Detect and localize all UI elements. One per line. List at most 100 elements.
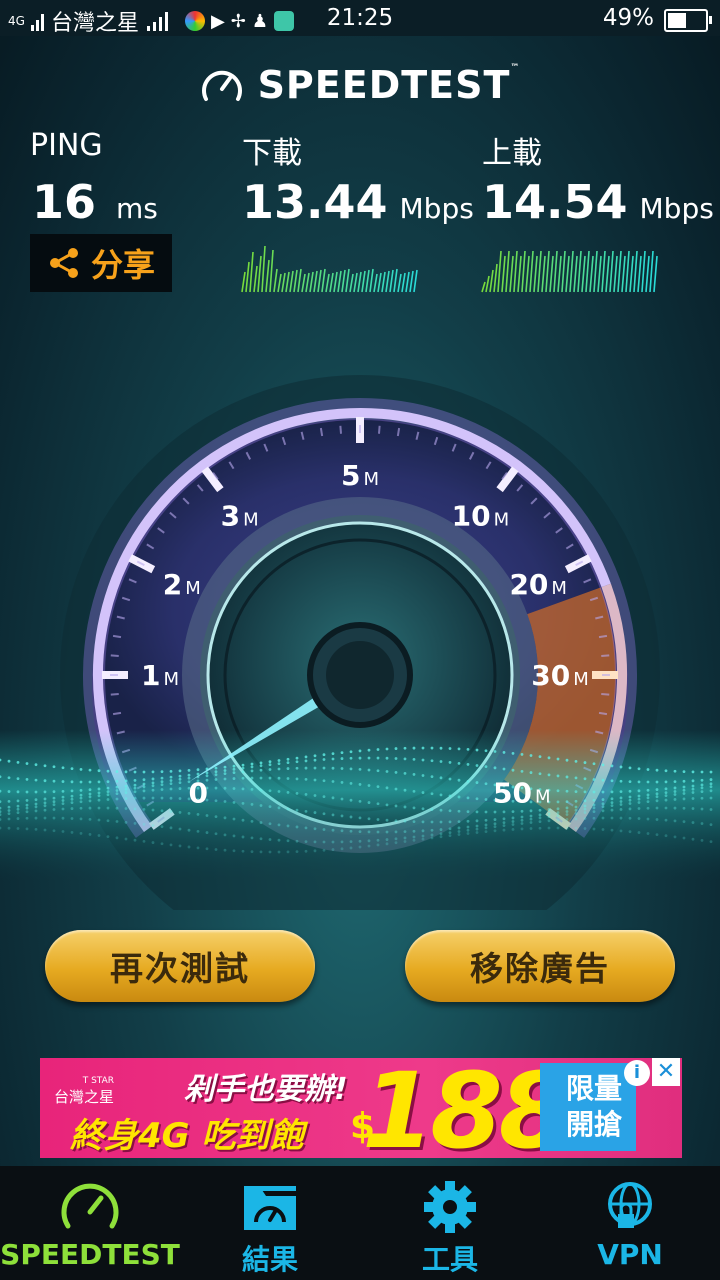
- wave-dot: [439, 835, 443, 839]
- graph-bar: [497, 250, 502, 293]
- wave-dot: [124, 791, 128, 795]
- vpn-globe-lock-icon: [608, 1182, 652, 1228]
- wave-dot: [547, 756, 551, 760]
- wave-dot: [682, 797, 686, 801]
- wave-dot: [115, 792, 119, 796]
- wave-dot: [637, 767, 641, 771]
- ad-close-icon[interactable]: ✕: [652, 1058, 680, 1086]
- wave-dot: [295, 825, 299, 829]
- ad-banner[interactable]: T STAR 台灣之星 剁手也要辦! 終身4G 吃到飽 $ 188 限量開搶 i …: [40, 1058, 682, 1158]
- wave-dot: [367, 844, 371, 848]
- wave-dot: [25, 798, 29, 802]
- wave-dot: [646, 832, 650, 835]
- wave-dot: [673, 798, 677, 801]
- wave-dot: [43, 790, 47, 794]
- wave-dot: [322, 758, 326, 761]
- wave-dot: [133, 807, 137, 811]
- graph-bar: [373, 273, 378, 293]
- wave-dot: [448, 809, 452, 813]
- wave-dot: [610, 779, 614, 783]
- wave-dot: [493, 766, 497, 770]
- wave-dot: [313, 754, 317, 758]
- wave-dot: [439, 760, 443, 763]
- wave-dot: [538, 813, 542, 817]
- remove-ads-button[interactable]: 移除廣告: [405, 930, 675, 1002]
- wave-dot: [655, 833, 659, 837]
- wave-dot: [493, 818, 497, 821]
- wave-dot: [169, 787, 173, 791]
- wave-dot: [358, 839, 362, 843]
- gauge-minor-tick: [112, 634, 122, 639]
- wave-dot: [43, 828, 47, 832]
- wave-dot: [376, 756, 380, 760]
- wave-dot: [385, 838, 389, 841]
- wave-dot: [7, 809, 11, 812]
- wave-dot: [61, 807, 65, 811]
- graph-bar: [581, 255, 586, 293]
- gauge-minor-tick: [396, 427, 401, 437]
- wave-dot: [367, 830, 371, 834]
- wave-dot: [475, 810, 479, 814]
- wave-dot: [25, 790, 29, 794]
- nav-vpn[interactable]: VPN: [540, 1166, 720, 1280]
- share-button[interactable]: 分享: [30, 234, 172, 292]
- wave-dot: [412, 746, 416, 750]
- wave-dot: [340, 814, 344, 818]
- graph-bar: [273, 268, 278, 293]
- wave-dot: [610, 804, 614, 808]
- nav-tools[interactable]: 工具: [360, 1166, 540, 1280]
- wave-dot: [322, 840, 326, 844]
- nav-results[interactable]: 結果: [180, 1166, 360, 1280]
- graph-bar: [541, 255, 546, 293]
- ad-info-icon[interactable]: i: [624, 1060, 650, 1086]
- wave-dot: [268, 789, 272, 793]
- wave-dot: [358, 816, 362, 820]
- battery-icon: [664, 9, 712, 32]
- wave-dot: [619, 816, 623, 820]
- wave-dot: [592, 827, 596, 831]
- wave-dot: [358, 799, 362, 803]
- wave-dot: [304, 759, 308, 763]
- wave-dot: [277, 806, 281, 810]
- wave-dot: [97, 806, 101, 810]
- wave-dot: [673, 793, 677, 796]
- retest-button[interactable]: 再次測試: [45, 930, 315, 1002]
- wave-dot: [133, 786, 137, 790]
- wave-dot: [268, 850, 272, 854]
- wave-dot: [313, 766, 317, 770]
- wave-dot: [169, 779, 173, 782]
- wave-dot: [250, 850, 254, 854]
- wave-dot: [52, 796, 56, 800]
- wave-dot: [196, 829, 200, 833]
- wave-dot: [196, 768, 200, 772]
- wave-dot: [484, 830, 488, 834]
- wave-dot: [151, 808, 155, 812]
- wave-dot: [529, 817, 533, 821]
- wave-dot: [340, 847, 344, 851]
- graph-bar: [325, 273, 330, 293]
- wave-dot: [394, 787, 398, 791]
- graph-bar: [633, 250, 638, 293]
- wave-dot: [457, 833, 461, 836]
- wave-dot: [601, 805, 605, 809]
- nav-speedtest[interactable]: SPEEDTEST: [0, 1166, 180, 1280]
- graph-bar: [285, 271, 290, 293]
- wave-dot: [556, 800, 560, 804]
- wave-dot: [619, 790, 623, 794]
- wave-dot: [367, 801, 371, 804]
- wave-dot: [511, 810, 515, 814]
- wave-dot: [520, 809, 524, 813]
- wave-dot: [115, 836, 119, 840]
- wave-dot: [601, 816, 605, 820]
- wave-dot: [700, 786, 704, 790]
- wave-dot: [709, 778, 713, 781]
- wave-dot: [34, 816, 38, 820]
- wave-dot: [592, 798, 596, 802]
- wave-dot: [691, 779, 695, 783]
- wave-dot: [556, 826, 560, 830]
- wave-dot: [592, 810, 596, 814]
- wave-dot: [574, 776, 578, 780]
- wave-dot: [592, 806, 596, 810]
- upload-label: 上載: [482, 136, 542, 171]
- wave-dot: [448, 794, 452, 798]
